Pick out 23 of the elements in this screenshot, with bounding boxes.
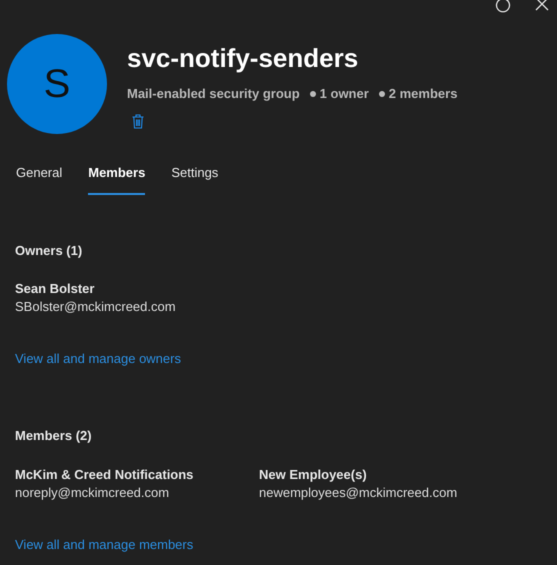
bullet-icon bbox=[378, 90, 385, 97]
owner-count: 1 owner bbox=[320, 85, 369, 103]
member-count: 2 members bbox=[388, 85, 458, 103]
group-type: Mail-enabled security group bbox=[127, 85, 300, 103]
bullet-icon bbox=[310, 90, 316, 97]
person-name: McKim & Creed Notifications bbox=[15, 466, 194, 484]
person-email: noreply@mckimcreed.com bbox=[15, 484, 170, 502]
manage-members-link[interactable]: View all and manage members bbox=[15, 536, 194, 554]
close-icon[interactable] bbox=[535, 0, 549, 11]
group-title: svc-notify-senders bbox=[127, 42, 358, 75]
person-name: New Employee(s) bbox=[259, 466, 367, 484]
delete-icon[interactable] bbox=[132, 114, 144, 128]
section-heading: Members (2) bbox=[15, 427, 92, 445]
avatar: S bbox=[7, 34, 107, 134]
tab[interactable]: Members bbox=[88, 163, 146, 194]
person-email: newemployees@mckimcreed.com bbox=[259, 484, 458, 502]
person-email: SBolster@mckimcreed.com bbox=[15, 298, 176, 316]
section-heading: Owners (1) bbox=[15, 242, 82, 260]
person-name: Sean Bolster bbox=[15, 280, 94, 298]
manage-owners-link[interactable]: View all and manage owners bbox=[15, 350, 181, 368]
tab[interactable]: General bbox=[16, 163, 62, 194]
refresh-icon[interactable] bbox=[494, 0, 512, 14]
tab[interactable]: Settings bbox=[171, 163, 218, 194]
